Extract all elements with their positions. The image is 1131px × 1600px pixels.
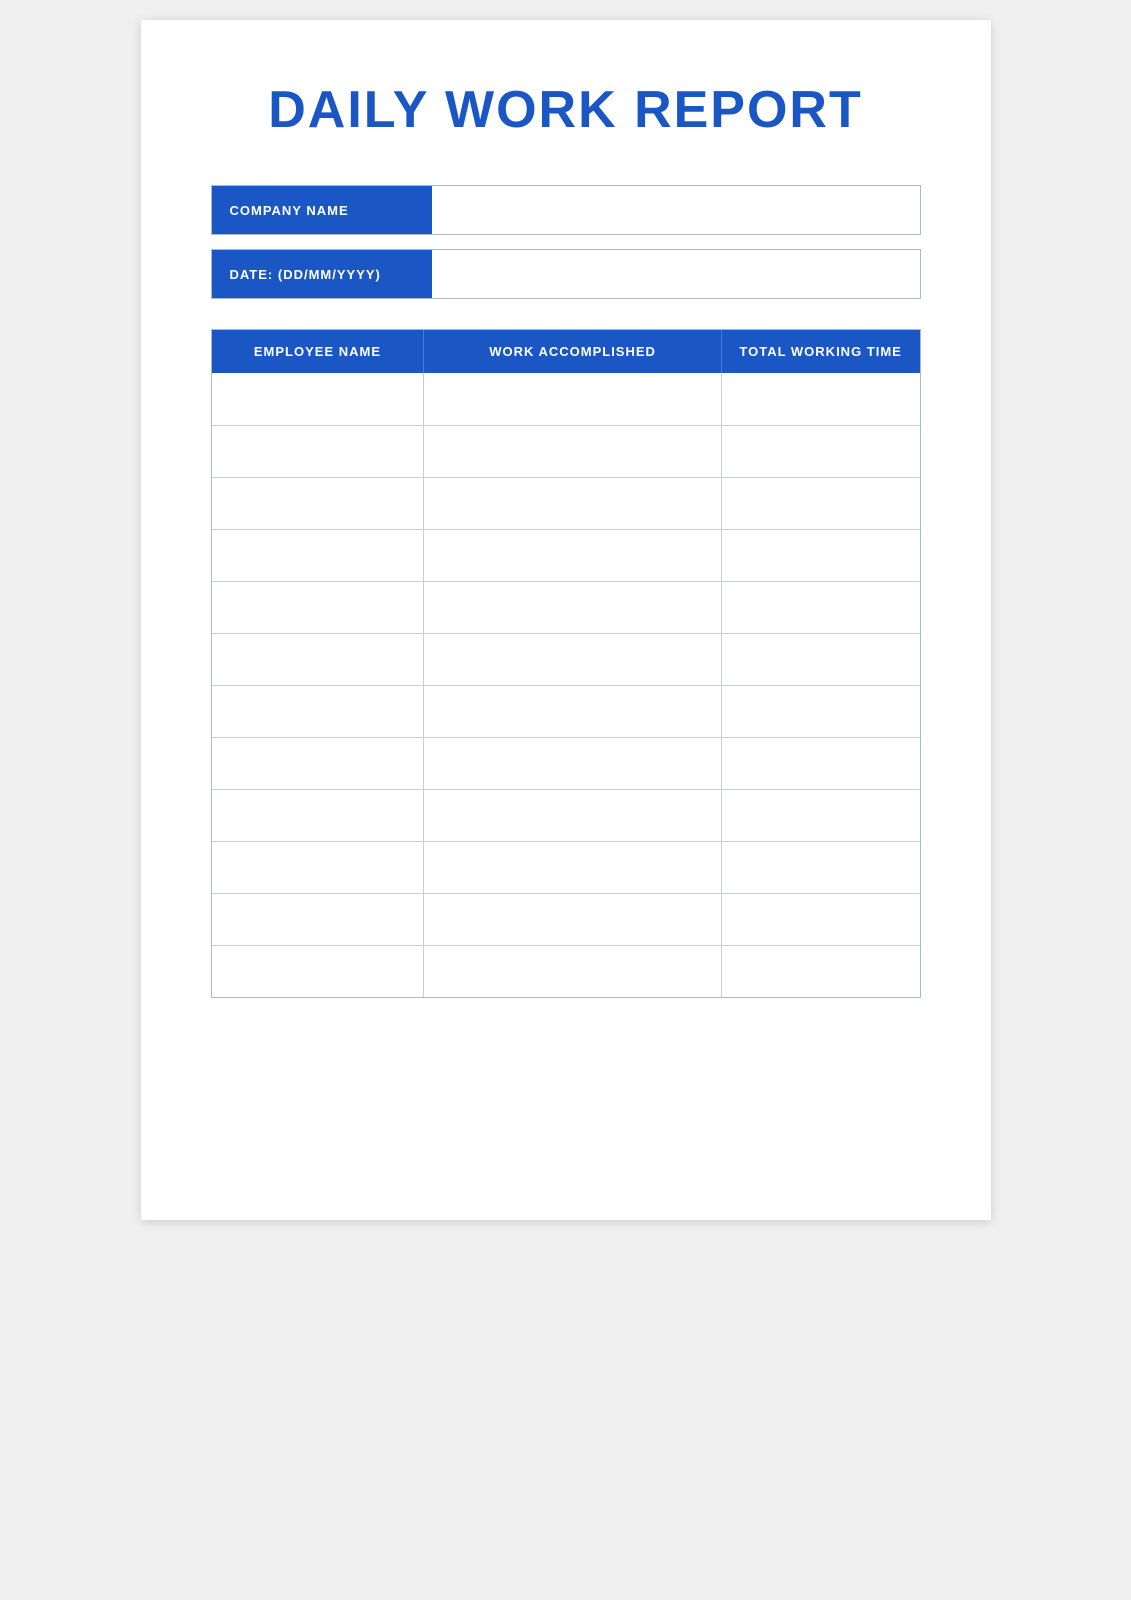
header-total-working-time: TOTAL WORKING TIME: [721, 330, 919, 373]
cell-employee-name[interactable]: [212, 893, 424, 945]
cell-total-working-time[interactable]: [721, 685, 919, 737]
table-row: [212, 529, 920, 581]
cell-employee-name[interactable]: [212, 789, 424, 841]
cell-work-accomplished[interactable]: [424, 685, 721, 737]
header-employee-name: EMPLOYEE NAME: [212, 330, 424, 373]
company-value[interactable]: [432, 186, 920, 234]
report-table-container: EMPLOYEE NAME WORK ACCOMPLISHED TOTAL WO…: [211, 329, 921, 998]
company-row: COMPANY NAME: [211, 185, 921, 235]
cell-total-working-time[interactable]: [721, 529, 919, 581]
cell-work-accomplished[interactable]: [424, 477, 721, 529]
cell-total-working-time[interactable]: [721, 425, 919, 477]
page-title: DAILY WORK REPORT: [211, 80, 921, 140]
table-row: [212, 789, 920, 841]
cell-total-working-time[interactable]: [721, 893, 919, 945]
table-row: [212, 737, 920, 789]
cell-work-accomplished[interactable]: [424, 581, 721, 633]
cell-total-working-time[interactable]: [721, 633, 919, 685]
date-label: DATE: (DD/MM/YYYY): [212, 250, 432, 298]
table-row: [212, 633, 920, 685]
cell-total-working-time[interactable]: [721, 477, 919, 529]
cell-employee-name[interactable]: [212, 633, 424, 685]
cell-employee-name[interactable]: [212, 945, 424, 997]
cell-work-accomplished[interactable]: [424, 737, 721, 789]
table-row: [212, 373, 920, 425]
info-section: COMPANY NAME DATE: (DD/MM/YYYY): [211, 185, 921, 299]
cell-employee-name[interactable]: [212, 737, 424, 789]
cell-work-accomplished[interactable]: [424, 425, 721, 477]
cell-total-working-time[interactable]: [721, 581, 919, 633]
cell-total-working-time[interactable]: [721, 373, 919, 425]
cell-employee-name[interactable]: [212, 529, 424, 581]
cell-work-accomplished[interactable]: [424, 841, 721, 893]
cell-work-accomplished[interactable]: [424, 893, 721, 945]
cell-employee-name[interactable]: [212, 477, 424, 529]
table-row: [212, 685, 920, 737]
cell-employee-name[interactable]: [212, 841, 424, 893]
table-row: [212, 945, 920, 997]
cell-employee-name[interactable]: [212, 373, 424, 425]
report-page: DAILY WORK REPORT COMPANY NAME DATE: (DD…: [141, 20, 991, 1220]
table-header-row: EMPLOYEE NAME WORK ACCOMPLISHED TOTAL WO…: [212, 330, 920, 373]
cell-work-accomplished[interactable]: [424, 789, 721, 841]
cell-total-working-time[interactable]: [721, 841, 919, 893]
cell-employee-name[interactable]: [212, 425, 424, 477]
company-label: COMPANY NAME: [212, 186, 432, 234]
table-row: [212, 581, 920, 633]
cell-employee-name[interactable]: [212, 581, 424, 633]
table-row: [212, 477, 920, 529]
table-row: [212, 425, 920, 477]
cell-work-accomplished[interactable]: [424, 529, 721, 581]
report-table: EMPLOYEE NAME WORK ACCOMPLISHED TOTAL WO…: [212, 330, 920, 997]
cell-total-working-time[interactable]: [721, 945, 919, 997]
table-row: [212, 841, 920, 893]
header-work-accomplished: WORK ACCOMPLISHED: [424, 330, 721, 373]
cell-work-accomplished[interactable]: [424, 373, 721, 425]
cell-employee-name[interactable]: [212, 685, 424, 737]
cell-total-working-time[interactable]: [721, 789, 919, 841]
date-value[interactable]: [432, 250, 920, 298]
table-body: [212, 373, 920, 997]
table-row: [212, 893, 920, 945]
cell-total-working-time[interactable]: [721, 737, 919, 789]
date-row: DATE: (DD/MM/YYYY): [211, 249, 921, 299]
cell-work-accomplished[interactable]: [424, 945, 721, 997]
cell-work-accomplished[interactable]: [424, 633, 721, 685]
